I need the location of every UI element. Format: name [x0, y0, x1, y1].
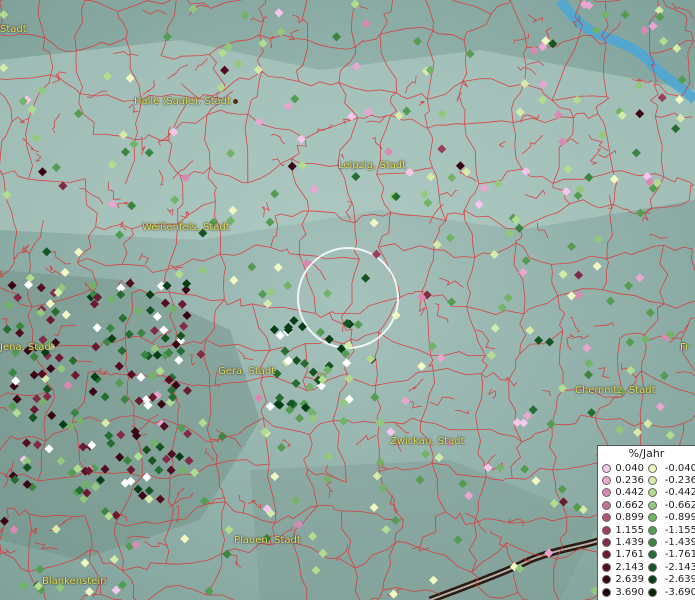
city-marker — [232, 98, 238, 104]
legend-value-positive: 0.899 — [615, 512, 644, 524]
legend-value-negative: -2.143 — [664, 561, 695, 573]
city-label: Stadt — [0, 24, 27, 35]
city-label: Leipzig, Stadt — [338, 160, 407, 171]
legend-swatch-positive — [602, 562, 611, 572]
legend-row: 3.690 -3.690 — [602, 586, 695, 598]
legend-value-negative: -1.761 — [664, 549, 695, 561]
legend-swatch-positive — [602, 475, 611, 485]
map-legend: %/Jahr 0.040 -0.040 0.236 -0.236 0.442 -0.442… — [597, 445, 695, 600]
legend-row: 1.439 -1.439 — [602, 536, 695, 548]
legend-swatch-negative — [648, 587, 657, 597]
legend-value-positive: 3.690 — [615, 586, 644, 598]
legend-value-positive: 2.639 — [615, 574, 644, 586]
legend-swatch-positive — [602, 575, 611, 585]
legend-value-negative: -0.662 — [664, 499, 695, 511]
legend-row: 0.040 -0.040 — [602, 462, 695, 474]
legend-row: 1.761 -1.761 — [602, 549, 695, 561]
legend-swatch-negative — [648, 537, 657, 547]
legend-swatch-positive — [602, 587, 611, 597]
legend-value-positive: 0.442 — [615, 487, 644, 499]
map-canvas — [0, 0, 695, 600]
legend-swatch-negative — [648, 488, 657, 498]
legend-value-negative: -1.439 — [664, 536, 695, 548]
map-view[interactable]: Stadt Halle (Saale), Stadt Leipzig, Stad… — [0, 0, 695, 600]
legend-title: %/Jahr — [628, 447, 665, 460]
legend-swatch-positive — [602, 525, 611, 535]
legend-row: 0.662 -0.662 — [602, 499, 695, 511]
legend-swatch-negative — [648, 550, 657, 560]
legend-value-negative: -0.040 — [664, 462, 695, 474]
city-label: Halle (Saale), Stadt — [134, 96, 238, 107]
legend-swatch-negative — [648, 525, 657, 535]
legend-swatch-negative — [648, 575, 657, 585]
legend-swatch-positive — [602, 488, 611, 498]
legend-swatch-positive — [602, 537, 611, 547]
legend-swatch-negative — [648, 475, 657, 485]
legend-value-negative: -1.155 — [664, 524, 695, 536]
city-label: Gera, Stadt — [218, 366, 276, 377]
legend-row: 0.236 -0.236 — [602, 474, 695, 486]
legend-swatch-positive — [602, 550, 611, 560]
legend-swatch-negative — [648, 463, 657, 473]
city-label: Blankenstein — [42, 576, 107, 587]
city-label: Plauen, Stadt — [234, 535, 301, 546]
legend-value-negative: -0.442 — [664, 487, 695, 499]
legend-value-negative: -2.639 — [664, 574, 695, 586]
legend-value-negative: -3.690 — [664, 586, 695, 598]
legend-value-positive: 0.236 — [615, 474, 644, 486]
city-label: Zwickau, Stadt — [390, 436, 465, 447]
legend-value-positive: 1.761 — [615, 549, 644, 561]
city-label: Chemnitz, Stadt — [575, 385, 656, 396]
legend-value-positive: 1.155 — [615, 524, 644, 536]
legend-swatch-positive — [602, 463, 611, 473]
legend-swatch-negative — [648, 500, 657, 510]
legend-row: 1.155 -1.155 — [602, 524, 695, 536]
legend-swatch-negative — [648, 513, 657, 523]
legend-value-positive: 1.439 — [615, 536, 644, 548]
legend-row: 2.639 -2.639 — [602, 574, 695, 586]
legend-value-positive: 0.040 — [615, 462, 644, 474]
legend-value-negative: -0.236 — [664, 474, 695, 486]
legend-value-negative: -0.899 — [664, 512, 695, 524]
legend-swatch-positive — [602, 500, 611, 510]
city-label: Weißenfels, Stadt — [142, 222, 230, 233]
legend-row: 2.143 -2.143 — [602, 561, 695, 573]
city-label: Jena, Stadt — [0, 342, 55, 353]
legend-row: 0.899 -0.899 — [602, 512, 695, 524]
legend-value-positive: 2.143 — [615, 561, 644, 573]
legend-swatch-negative — [648, 562, 657, 572]
city-label: Fr — [680, 342, 690, 353]
legend-row: 0.442 -0.442 — [602, 487, 695, 499]
legend-swatch-positive — [602, 513, 611, 523]
legend-value-positive: 0.662 — [615, 499, 644, 511]
